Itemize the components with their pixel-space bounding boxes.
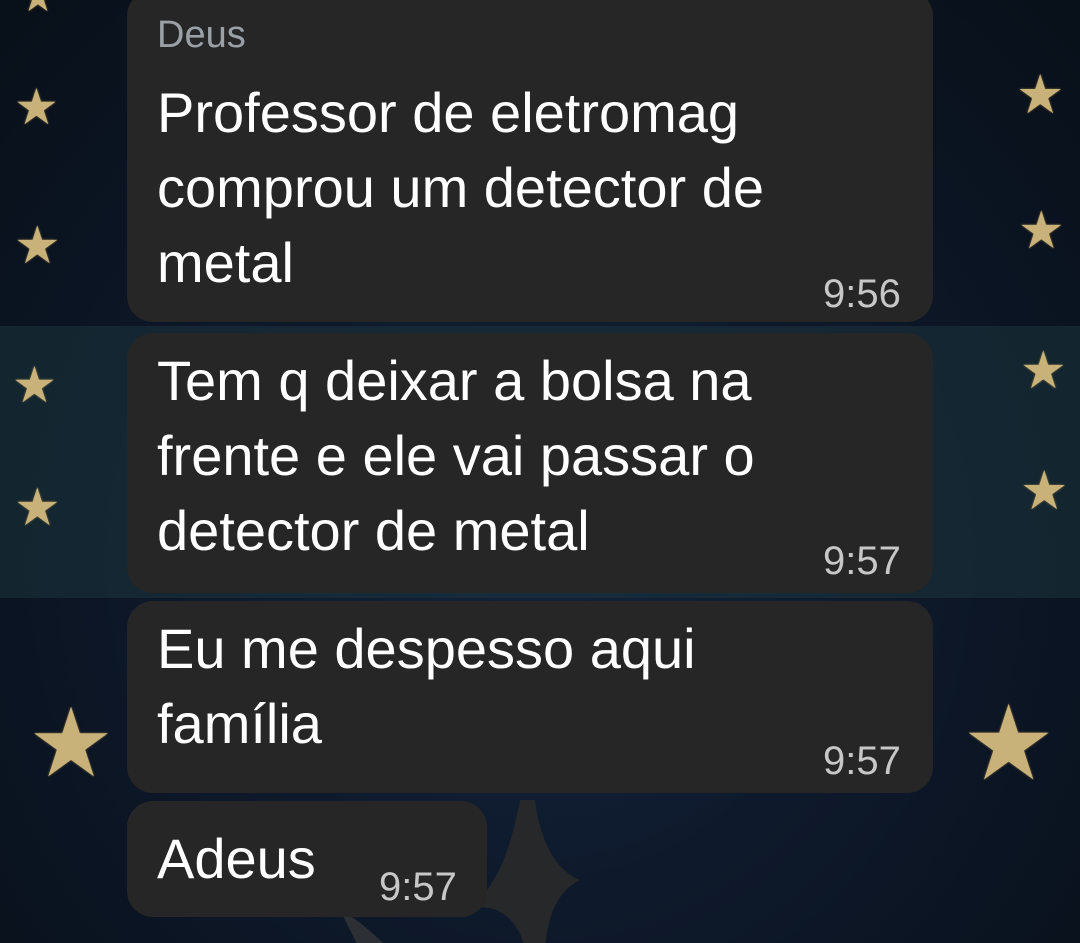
message-text: Professor de eletromag comprou um detect…	[157, 81, 764, 294]
message-text: Tem q deixar a bolsa na frente e ele vai…	[157, 349, 755, 562]
message-time: 9:57	[379, 865, 457, 909]
message-time: 9:56	[823, 272, 901, 316]
message-text: Eu me despesso aqui família	[157, 617, 696, 755]
message-bubble[interactable]: Tem q deixar a bolsa na frente e ele vai…	[127, 333, 933, 593]
message-text: Adeus	[157, 827, 316, 890]
sender-name: Deus	[157, 14, 246, 56]
message-bubble[interactable]: Adeus 9:57	[127, 801, 487, 917]
message-time: 9:57	[823, 539, 901, 583]
message-thread: Deus Professor de eletromag comprou um d…	[0, 0, 1080, 943]
message-bubble[interactable]: Deus Professor de eletromag comprou um d…	[127, 0, 933, 322]
message-time: 9:57	[823, 739, 901, 783]
message-bubble[interactable]: Eu me despesso aqui família 9:57	[127, 601, 933, 793]
